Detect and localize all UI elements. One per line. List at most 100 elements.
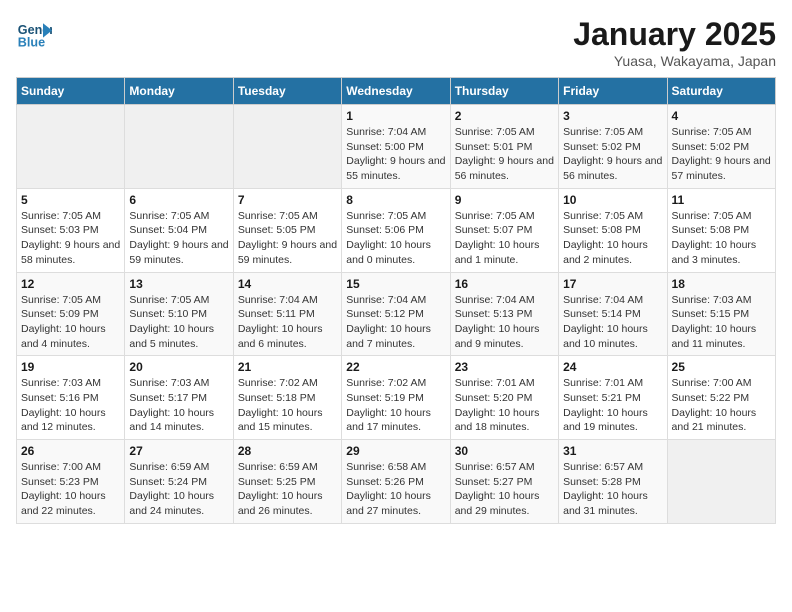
day-info: Sunrise: 6:58 AMSunset: 5:26 PMDaylight:… xyxy=(346,460,445,519)
day-number: 15 xyxy=(346,277,445,291)
day-number: 1 xyxy=(346,109,445,123)
day-info: Sunrise: 7:04 AMSunset: 5:00 PMDaylight:… xyxy=(346,125,445,184)
day-info: Sunrise: 7:05 AMSunset: 5:08 PMDaylight:… xyxy=(672,209,771,268)
day-number: 14 xyxy=(238,277,337,291)
table-row: 16Sunrise: 7:04 AMSunset: 5:13 PMDayligh… xyxy=(450,272,558,356)
table-row: 30 Sunrise: 6:57 AMSunset: 5:27 PMDayligh… xyxy=(450,440,558,524)
day-number: 3 xyxy=(563,109,662,123)
day-number: 25 xyxy=(672,360,771,374)
svg-text:Blue: Blue xyxy=(18,36,45,50)
day-number: 29 xyxy=(346,444,445,458)
table-row: 13Sunrise: 7:05 AMSunset: 5:10 PMDayligh… xyxy=(125,272,233,356)
table-row: 26Sunrise: 7:00 AMSunset: 5:23 PMDayligh… xyxy=(17,440,125,524)
day-info: Sunrise: 7:05 AMSunset: 5:07 PMDaylight:… xyxy=(455,209,554,268)
table-row: 18 Sunrise: 7:03 AMSunset: 5:15 PMDayligh… xyxy=(667,272,775,356)
day-info: Sunrise: 7:05 AMSunset: 5:02 PMDaylight:… xyxy=(563,125,662,184)
calendar-table: Sunday Monday Tuesday Wednesday Thursday… xyxy=(16,77,776,524)
day-info: Sunrise: 7:05 AMSunset: 5:10 PMDaylight:… xyxy=(129,293,228,352)
day-number: 26 xyxy=(21,444,120,458)
table-row: 8 Sunrise: 7:05 AMSunset: 5:06 PMDaylight… xyxy=(342,188,450,272)
table-row: 19Sunrise: 7:03 AMSunset: 5:16 PMDayligh… xyxy=(17,356,125,440)
day-number: 22 xyxy=(346,360,445,374)
day-info: Sunrise: 7:04 AMSunset: 5:12 PMDaylight:… xyxy=(346,293,445,352)
day-number: 5 xyxy=(21,193,120,207)
table-row: 21 Sunrise: 7:02 AMSunset: 5:18 PMDayligh… xyxy=(233,356,341,440)
table-row xyxy=(667,440,775,524)
table-row: 10 Sunrise: 7:05 AMSunset: 5:08 PMDayligh… xyxy=(559,188,667,272)
day-info: Sunrise: 7:01 AMSunset: 5:21 PMDaylight:… xyxy=(563,376,662,435)
day-info: Sunrise: 7:05 AMSunset: 5:08 PMDaylight:… xyxy=(563,209,662,268)
day-number: 10 xyxy=(563,193,662,207)
day-number: 18 xyxy=(672,277,771,291)
table-row: 28Sunrise: 6:59 AMSunset: 5:25 PMDayligh… xyxy=(233,440,341,524)
table-row: 20 Sunrise: 7:03 AMSunset: 5:17 PMDayligh… xyxy=(125,356,233,440)
day-info: Sunrise: 7:05 AMSunset: 5:09 PMDaylight:… xyxy=(21,293,120,352)
header: General Blue January 2025 Yuasa, Wakayam… xyxy=(16,16,776,69)
day-number: 24 xyxy=(563,360,662,374)
logo-icon: General Blue xyxy=(16,16,52,52)
header-wednesday: Wednesday xyxy=(342,78,450,105)
day-info: Sunrise: 7:02 AMSunset: 5:18 PMDaylight:… xyxy=(238,376,337,435)
day-info: Sunrise: 7:03 AMSunset: 5:17 PMDaylight:… xyxy=(129,376,228,435)
day-info: Sunrise: 7:03 AMSunset: 5:15 PMDaylight:… xyxy=(672,293,771,352)
table-row: 27Sunrise: 6:59 AMSunset: 5:24 PMDayligh… xyxy=(125,440,233,524)
day-number: 4 xyxy=(672,109,771,123)
table-row xyxy=(125,105,233,189)
table-row: 1 Sunrise: 7:04 AMSunset: 5:00 PMDaylight… xyxy=(342,105,450,189)
day-info: Sunrise: 7:01 AMSunset: 5:20 PMDaylight:… xyxy=(455,376,554,435)
day-number: 27 xyxy=(129,444,228,458)
day-number: 23 xyxy=(455,360,554,374)
calendar-title: January 2025 xyxy=(573,16,776,53)
day-info: Sunrise: 6:57 AMSunset: 5:27 PMDaylight:… xyxy=(455,460,554,519)
table-row: 6Sunrise: 7:05 AMSunset: 5:04 PMDaylight… xyxy=(125,188,233,272)
day-number: 21 xyxy=(238,360,337,374)
table-row: 24 Sunrise: 7:01 AMSunset: 5:21 PMDayligh… xyxy=(559,356,667,440)
day-info: Sunrise: 7:05 AMSunset: 5:02 PMDaylight:… xyxy=(672,125,771,184)
day-info: Sunrise: 7:04 AMSunset: 5:13 PMDaylight:… xyxy=(455,293,554,352)
table-row xyxy=(233,105,341,189)
day-info: Sunrise: 7:05 AMSunset: 5:05 PMDaylight:… xyxy=(238,209,337,268)
table-row: 17 Sunrise: 7:04 AMSunset: 5:14 PMDayligh… xyxy=(559,272,667,356)
day-info: Sunrise: 6:59 AMSunset: 5:25 PMDaylight:… xyxy=(238,460,337,519)
day-number: 12 xyxy=(21,277,120,291)
day-info: Sunrise: 7:05 AMSunset: 5:01 PMDaylight:… xyxy=(455,125,554,184)
day-number: 31 xyxy=(563,444,662,458)
week-row-4: 26Sunrise: 7:00 AMSunset: 5:23 PMDayligh… xyxy=(17,440,776,524)
day-number: 9 xyxy=(455,193,554,207)
table-row: 29 Sunrise: 6:58 AMSunset: 5:26 PMDayligh… xyxy=(342,440,450,524)
week-row-0: 1 Sunrise: 7:04 AMSunset: 5:00 PMDaylight… xyxy=(17,105,776,189)
table-row: 2 Sunrise: 7:05 AMSunset: 5:01 PMDaylight… xyxy=(450,105,558,189)
title-area: January 2025 Yuasa, Wakayama, Japan xyxy=(573,16,776,69)
day-number: 11 xyxy=(672,193,771,207)
day-info: Sunrise: 7:05 AMSunset: 5:06 PMDaylight:… xyxy=(346,209,445,268)
header-thursday: Thursday xyxy=(450,78,558,105)
day-info: Sunrise: 7:02 AMSunset: 5:19 PMDaylight:… xyxy=(346,376,445,435)
table-row: 31Sunrise: 6:57 AMSunset: 5:28 PMDayligh… xyxy=(559,440,667,524)
table-row: 11 Sunrise: 7:05 AMSunset: 5:08 PMDayligh… xyxy=(667,188,775,272)
day-number: 30 xyxy=(455,444,554,458)
day-number: 17 xyxy=(563,277,662,291)
table-row: 22 Sunrise: 7:02 AMSunset: 5:19 PMDayligh… xyxy=(342,356,450,440)
table-row: 5Sunrise: 7:05 AMSunset: 5:03 PMDaylight… xyxy=(17,188,125,272)
day-number: 8 xyxy=(346,193,445,207)
table-row: 7 Sunrise: 7:05 AMSunset: 5:05 PMDaylight… xyxy=(233,188,341,272)
header-tuesday: Tuesday xyxy=(233,78,341,105)
header-saturday: Saturday xyxy=(667,78,775,105)
day-number: 7 xyxy=(238,193,337,207)
header-friday: Friday xyxy=(559,78,667,105)
logo: General Blue xyxy=(16,16,54,52)
day-number: 6 xyxy=(129,193,228,207)
table-row: 3 Sunrise: 7:05 AMSunset: 5:02 PMDaylight… xyxy=(559,105,667,189)
day-number: 2 xyxy=(455,109,554,123)
table-row: 15 Sunrise: 7:04 AMSunset: 5:12 PMDayligh… xyxy=(342,272,450,356)
table-row: 4 Sunrise: 7:05 AMSunset: 5:02 PMDaylight… xyxy=(667,105,775,189)
day-number: 20 xyxy=(129,360,228,374)
table-row: 12 Sunrise: 7:05 AMSunset: 5:09 PMDayligh… xyxy=(17,272,125,356)
table-row: 9 Sunrise: 7:05 AMSunset: 5:07 PMDaylight… xyxy=(450,188,558,272)
table-row: 25Sunrise: 7:00 AMSunset: 5:22 PMDayligh… xyxy=(667,356,775,440)
day-info: Sunrise: 7:04 AMSunset: 5:14 PMDaylight:… xyxy=(563,293,662,352)
days-header-row: Sunday Monday Tuesday Wednesday Thursday… xyxy=(17,78,776,105)
day-info: Sunrise: 7:03 AMSunset: 5:16 PMDaylight:… xyxy=(21,376,120,435)
calendar-subtitle: Yuasa, Wakayama, Japan xyxy=(573,53,776,69)
week-row-1: 5Sunrise: 7:05 AMSunset: 5:03 PMDaylight… xyxy=(17,188,776,272)
